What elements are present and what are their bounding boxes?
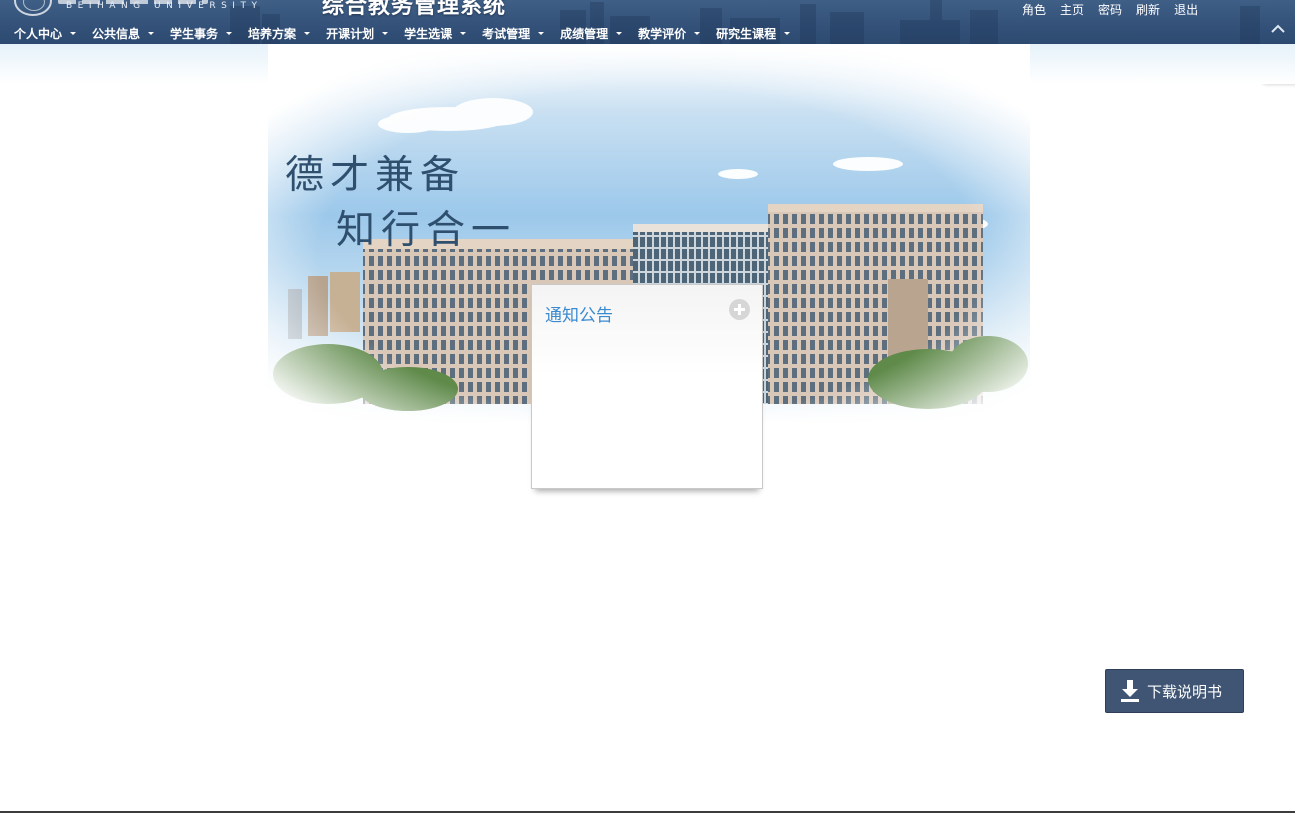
download-manual-button[interactable]: 下载说明书 [1105, 669, 1244, 713]
caret-down-icon [70, 31, 77, 35]
page: BEIHANG UNIVERSITY 综合教务管理系统 角色 主页 密码 刷新 … [0, 0, 1295, 813]
nav-label: 公共信息 [92, 26, 141, 41]
download-manual-label: 下载说明书 [1147, 682, 1223, 701]
caret-down-icon [616, 31, 623, 35]
nav-label: 学生选课 [404, 26, 453, 41]
university-name-en: BEIHANG UNIVERSITY [66, 1, 263, 11]
nav-item-training-plan[interactable]: 培养方案 [240, 24, 318, 42]
caret-down-icon [538, 31, 545, 35]
top-link-refresh[interactable]: 刷新 [1129, 2, 1167, 18]
caret-down-icon [382, 31, 389, 35]
notice-panel: 通知公告 [531, 284, 763, 489]
system-title: 综合教务管理系统 [322, 0, 507, 19]
nav-label: 教学评价 [638, 26, 687, 41]
nav-item-graduate-courses[interactable]: 研究生课程 [708, 24, 798, 42]
main-nav: 个人中心 公共信息 学生事务 培养方案 开课计划 学生选课 考试管理 成绩管理 … [6, 24, 798, 42]
caret-down-icon [226, 31, 233, 35]
slogan-line-1: 德才兼备 [285, 153, 466, 198]
nav-label: 研究生课程 [716, 26, 777, 41]
nav-item-grade-management[interactable]: 成绩管理 [552, 24, 630, 42]
download-icon [1121, 680, 1139, 702]
collapse-header-button[interactable] [1266, 20, 1290, 40]
nav-item-student-affairs[interactable]: 学生事务 [162, 24, 240, 42]
nav-item-course-plan[interactable]: 开课计划 [318, 24, 396, 42]
notice-title: 通知公告 [545, 306, 613, 326]
nav-item-course-selection[interactable]: 学生选课 [396, 24, 474, 42]
nav-label: 学生事务 [170, 26, 219, 41]
nav-item-teaching-evaluation[interactable]: 教学评价 [630, 24, 708, 42]
caret-down-icon [460, 31, 467, 35]
nav-label: 开课计划 [326, 26, 375, 41]
nav-label: 成绩管理 [560, 26, 609, 41]
nav-item-personal-center[interactable]: 个人中心 [6, 24, 84, 42]
slogan-line-2: 知行合一 [336, 208, 517, 253]
top-link-password[interactable]: 密码 [1091, 2, 1129, 18]
top-link-logout[interactable]: 退出 [1167, 2, 1205, 18]
nav-label: 个人中心 [14, 26, 63, 41]
caret-down-icon [304, 31, 311, 35]
nav-item-exam-management[interactable]: 考试管理 [474, 24, 552, 42]
top-link-home[interactable]: 主页 [1053, 2, 1091, 18]
caret-down-icon [784, 31, 791, 35]
chevron-up-icon [1271, 24, 1285, 33]
nav-label: 培养方案 [248, 26, 297, 41]
top-links: 角色 主页 密码 刷新 退出 [1015, 2, 1205, 18]
caret-down-icon [694, 31, 701, 35]
nav-label: 考试管理 [482, 26, 531, 41]
header-bar: BEIHANG UNIVERSITY 综合教务管理系统 角色 主页 密码 刷新 … [0, 0, 1295, 44]
nav-item-public-info[interactable]: 公共信息 [84, 24, 162, 42]
plus-icon[interactable] [729, 299, 750, 320]
caret-down-icon [148, 31, 155, 35]
top-link-role[interactable]: 角色 [1015, 2, 1053, 18]
